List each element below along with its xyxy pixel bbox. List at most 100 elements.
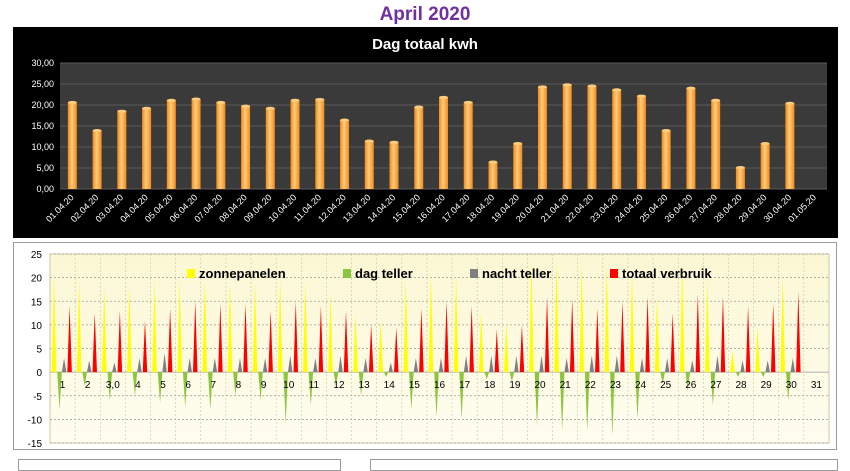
daily-total-bar-cap [389,140,399,144]
daily-total-bar [439,97,448,189]
daily-total-bar-cap [67,100,77,105]
daily-total-bar [537,86,547,189]
energy-breakdown-y-tick-label: 0 [36,368,42,379]
daily-total-bar [612,89,622,189]
energy-breakdown-x-tick-label: 14 [384,380,396,391]
daily-total-bar [735,167,745,189]
daily-total-y-tick-label: 15,00 [31,121,54,131]
daily-total-bar-cap [661,129,671,133]
daily-total-y-tick-label: 20,00 [31,100,54,110]
energy-breakdown-chart-svg: -15-10-50510152025 1 2 3,0 4 5 6 7 8 9 10 11 12 13 14… [28,250,830,450]
daily-total-bar-cap [686,86,696,90]
daily-total-bar [686,88,696,189]
daily-total-bar [315,99,325,189]
daily-total-bar [389,142,399,189]
energy-breakdown-x-tick-label: 9 [261,380,267,391]
daily-total-bar-cap [587,84,597,88]
daily-total-bar-cap [315,97,325,102]
daily-total-bar [265,108,275,189]
daily-total-bar-cap [364,139,374,143]
legend-label-dag-teller: dag teller [355,266,413,281]
energy-breakdown-x-tick-label: 31 [811,380,823,391]
daily-total-bar-cap [463,100,473,105]
energy-breakdown-x-tick-label: 16 [434,380,446,391]
daily-total-bar [166,100,176,189]
energy-breakdown-y-tick-label: -15 [28,439,43,449]
energy-breakdown-x-tick-label: 2 [85,380,91,391]
daily-total-bar [414,107,424,189]
legend-swatch-totaal-verbruik [610,269,618,278]
legend-swatch-nacht-teller [470,269,478,278]
bottom-right-panel [370,459,838,471]
daily-total-bar [636,96,646,189]
energy-breakdown-x-tick-label: 1 [60,380,66,391]
energy-breakdown-x-tick-label: 30 [786,380,798,391]
daily-total-bar [760,143,770,189]
energy-breakdown-y-tick-label: -5 [33,392,42,403]
daily-total-bar-cap [92,129,102,133]
daily-total-bar [67,102,77,189]
page-title: April 2020 [379,4,471,25]
energy-breakdown-x-tick-label: 6 [185,380,191,391]
energy-breakdown-chart: -15 -10 -5 0 5 10 15 20 25 1 2 3,0 4 5 6 7 8 9 10 11 12 13 14… [13,242,837,450]
daily-total-bar-cap [439,95,448,100]
energy-breakdown-x-tick-label: 13 [359,380,371,391]
bottom-left-panel [18,459,341,471]
daily-total-bar [711,100,721,189]
daily-total-bar-cap [340,118,350,122]
energy-breakdown-x-tick-label: 17 [459,380,471,391]
daily-total-bar-cap [612,88,622,92]
legend-swatch-dag-teller [343,269,351,278]
energy-breakdown-y-tick-label: 20 [31,274,43,285]
daily-total-bar-cap [537,85,547,89]
daily-total-x-tick-labels: 01.04.2002.04.2003.04.2004.04.2005.04.20… [44,192,818,224]
daily-total-bar [785,103,795,189]
daily-total-bar-cap [142,106,152,110]
daily-total-bar [340,120,350,189]
daily-total-bar [587,86,597,189]
energy-breakdown-x-tick-label: 29 [761,380,773,391]
energy-breakdown-x-tick-label: 24 [635,380,647,391]
energy-breakdown-x-tick-label: 18 [484,380,496,391]
energy-breakdown-y-tick-labels: -15 -10 -5 0 5 10 15 20 25 [28,250,43,450]
daily-total-bar-cap [760,142,770,146]
energy-breakdown-x-tick-label: 12 [333,380,345,391]
daily-total-bar-cap [414,105,424,109]
daily-total-bar-cap [166,98,176,102]
daily-total-bar [216,102,226,189]
energy-breakdown-y-tick-label: 15 [31,297,43,308]
daily-total-chart: 0,00 5,00 10,00 15,00 20,00 25,00 30,00 01.04.… [13,27,838,238]
energy-breakdown-x-tick-label: 8 [236,380,242,391]
legend-label-totaal-verbruik: totaal verbruik [622,266,712,281]
daily-total-bar-cap [241,104,251,108]
energy-breakdown-x-tick-label: 28 [735,380,747,391]
daily-total-bar-cap [488,160,498,164]
energy-breakdown-x-tick-label: 25 [660,380,672,391]
energy-breakdown-x-tick-label: 11 [309,380,320,391]
daily-total-y-tick-label: 30,00 [31,58,54,68]
daily-total-y-tick-label: 25,00 [31,79,54,89]
daily-total-bar-cap [636,94,646,98]
legend-label-nacht-teller: nacht teller [482,266,551,281]
daily-total-bar [191,99,201,189]
daily-total-bar [562,84,572,189]
energy-breakdown-y-tick-label: 25 [31,250,43,261]
energy-breakdown-x-tick-label: 15 [409,380,421,391]
daily-total-chart-title: Dag totaal kwh [372,36,478,53]
daily-total-bar [488,162,498,189]
daily-total-bar [463,102,473,189]
daily-total-bar [142,108,152,189]
energy-breakdown-x-tick-label: 22 [585,380,597,391]
energy-breakdown-y-tick-label: 10 [31,321,43,332]
daily-total-bar-cap [191,97,201,101]
daily-total-bar [117,111,127,189]
daily-total-bar-cap [562,83,572,87]
energy-breakdown-x-tick-label: 3,0 [106,380,120,391]
energy-breakdown-x-tick-label: 5 [160,380,166,391]
daily-total-chart-svg: 0,00 5,00 10,00 15,00 20,00 25,00 30,00 01.04.… [31,36,827,224]
energy-breakdown-y-tick-label: -10 [28,415,43,426]
daily-total-bar-cap [290,98,300,102]
energy-breakdown-x-tick-label: 21 [560,380,572,391]
daily-total-y-tick-label: 5,00 [36,163,54,173]
energy-breakdown-x-tick-label: 26 [685,380,697,391]
